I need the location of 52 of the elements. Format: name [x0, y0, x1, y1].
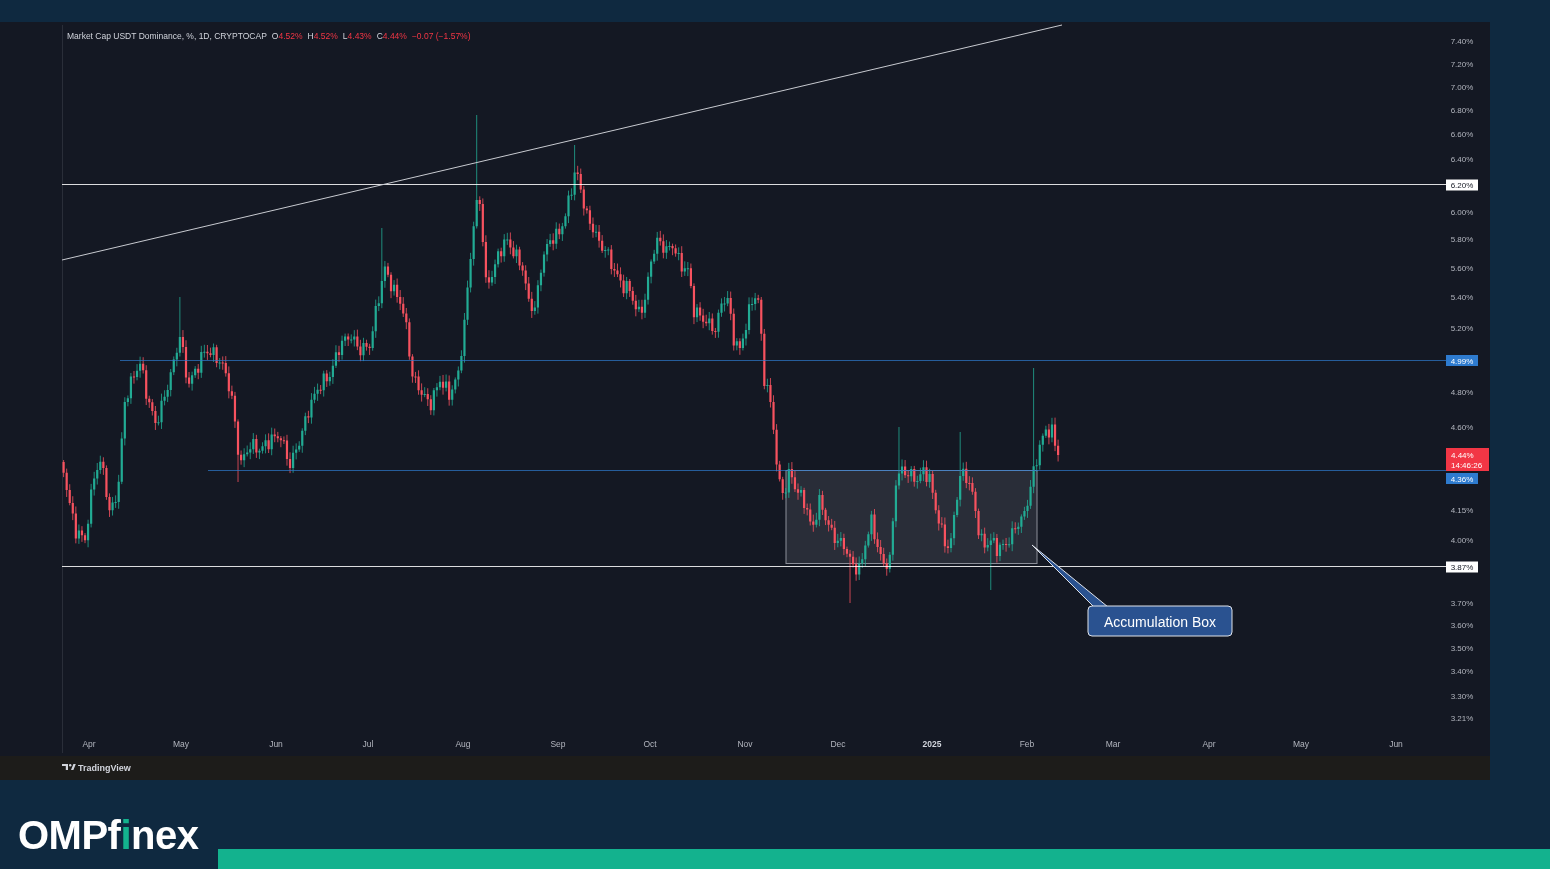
- countdown-timer: 14:46:26: [1451, 460, 1483, 470]
- axis-tick-label: 6.80%: [1450, 105, 1474, 115]
- axis-tick-label: 7.00%: [1450, 82, 1474, 92]
- logo-icon: [62, 764, 76, 770]
- axis-tick-label: 6.60%: [1450, 129, 1474, 139]
- axis-tick-label: 3.60%: [1450, 620, 1474, 630]
- axis-date-label: Mar: [1105, 739, 1121, 749]
- axis-date-label: Oct: [643, 739, 657, 749]
- axis-tick-label: 3.70%: [1450, 598, 1474, 608]
- axis-tick-label: 4.60%: [1450, 422, 1474, 432]
- axis-tick-label: 3.40%: [1450, 666, 1474, 676]
- level-price-label: 3.87%: [1450, 563, 1474, 572]
- axis-tick-label: 5.60%: [1450, 263, 1474, 273]
- ohlc-reading: O4.52%: [271, 31, 303, 41]
- axis-date-label: Feb: [1019, 739, 1035, 749]
- ohlc-reading: H4.52%: [307, 31, 338, 41]
- axis-tick-label: 5.40%: [1450, 292, 1474, 302]
- axis-date-label: Apr: [1202, 739, 1216, 749]
- axis-tick-label: 4.15%: [1450, 505, 1474, 515]
- ohlc-reading: L4.43%: [342, 31, 372, 41]
- level-price-label: 6.20%: [1450, 181, 1474, 190]
- axis-date-label: Jun: [269, 739, 283, 749]
- annotation-callout: Accumulation Box: [1031, 544, 1233, 637]
- axis-date-label: Jun: [1389, 739, 1403, 749]
- axis-date-label: Nov: [737, 739, 753, 749]
- axis-tick-label: 5.20%: [1450, 323, 1474, 333]
- axis-tick-label: 7.40%: [1450, 36, 1474, 46]
- axis-tick-label: 4.80%: [1450, 387, 1474, 397]
- axis-tick-label: 3.21%: [1450, 713, 1474, 723]
- axis-date-label: Sep: [550, 739, 566, 749]
- brand-logo: OMPfinex: [18, 815, 199, 855]
- axis-tick-label: 5.80%: [1450, 234, 1474, 244]
- axis-date-label: May: [1292, 739, 1310, 749]
- axis-date-label: May: [172, 739, 190, 749]
- axis-tick-label: 3.50%: [1450, 643, 1474, 653]
- level-price-label: 4.99%: [1450, 356, 1474, 366]
- axis-tick-label: 3.30%: [1450, 691, 1474, 701]
- axis-tick-label: 4.00%: [1450, 535, 1474, 545]
- chart-title: Market Cap USDT Dominance, %, 1D, CRYPTOCAP: [67, 31, 267, 41]
- axis-date-label: Apr: [82, 739, 96, 749]
- price-change: −0.07 (−1.57%): [411, 31, 471, 41]
- last-price-label: 4.44%: [1451, 451, 1474, 460]
- ohlc-reading: C4.44%: [376, 31, 407, 41]
- axis-date-label: Jul: [362, 739, 374, 749]
- attribution-label: TradingView: [78, 762, 131, 773]
- level-price-label: 4.36%: [1450, 474, 1474, 484]
- axis-tick-label: 6.00%: [1450, 207, 1474, 217]
- axis-date-label: Aug: [455, 739, 471, 749]
- axis-date-label: 2025: [922, 739, 942, 749]
- axis-tick-label: 7.20%: [1450, 59, 1474, 69]
- axis-tick-label: 6.40%: [1450, 154, 1474, 164]
- axis-date-label: Dec: [830, 739, 846, 749]
